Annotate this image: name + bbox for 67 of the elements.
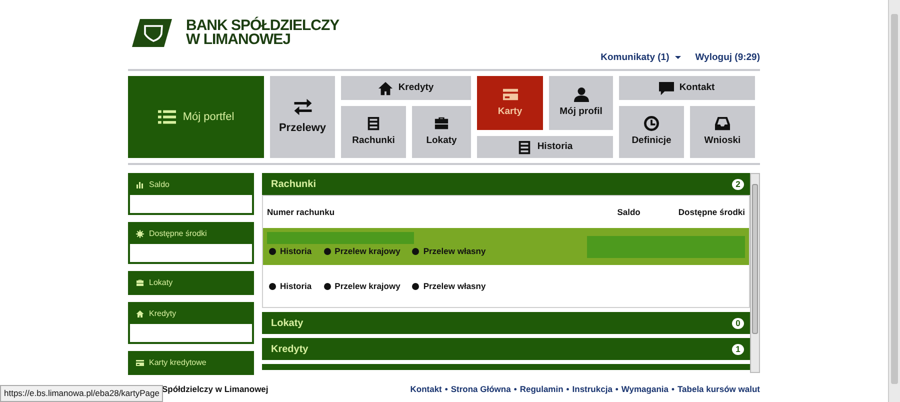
nav-link[interactable]: Wyloguj (9:29) bbox=[695, 50, 760, 66]
menu-tile[interactable]: Przelewy bbox=[270, 76, 335, 158]
account-action-link[interactable]: Przelew własny bbox=[412, 245, 486, 258]
separator: • bbox=[566, 383, 570, 396]
speech-bubble-icon bbox=[659, 80, 674, 96]
separator: • bbox=[444, 383, 448, 396]
count-badge: 1 bbox=[732, 344, 744, 354]
menu-tile[interactable]: Wnioski bbox=[690, 106, 755, 158]
separator: • bbox=[514, 383, 517, 396]
section-header[interactable]: Lokaty 0 bbox=[262, 312, 750, 334]
menu-tile[interactable]: Karty bbox=[477, 76, 543, 130]
account-action-link[interactable]: Przelew krajowy bbox=[324, 280, 400, 292]
account-action-link[interactable]: Historia bbox=[269, 245, 312, 258]
menu-tile[interactable]: Kredyty bbox=[341, 76, 471, 100]
widget-title: Saldo bbox=[149, 179, 170, 191]
footer-link[interactable]: Regulamin bbox=[520, 383, 564, 396]
card-icon bbox=[502, 86, 518, 102]
clock-icon bbox=[644, 116, 659, 131]
account-action-link[interactable]: Przelew krajowy bbox=[324, 245, 400, 258]
section-header[interactable]: Rachunki 2 bbox=[262, 173, 750, 195]
widget-title: Dostępne środki bbox=[149, 228, 207, 240]
menu-tile[interactable]: Lokaty bbox=[412, 106, 471, 158]
footer-link[interactable]: Kontakt bbox=[410, 383, 442, 396]
logo-text: BANK SPÓŁDZIELCZY W LIMANOWEJ bbox=[186, 18, 340, 46]
widget-title: Lokaty bbox=[149, 277, 173, 289]
briefcase-icon bbox=[136, 279, 144, 287]
ledger-icon bbox=[366, 116, 381, 131]
footer-link[interactable]: Wymagania bbox=[621, 383, 668, 396]
house-icon bbox=[136, 310, 144, 318]
nav-link[interactable]: Komunikaty (1) bbox=[600, 50, 682, 66]
scrollbar[interactable] bbox=[750, 173, 760, 373]
account-action-link[interactable]: Historia bbox=[269, 280, 312, 292]
widget-title: Karty kredytowe bbox=[149, 357, 206, 369]
footer-link[interactable]: Instrukcja bbox=[572, 383, 612, 396]
ledger-icon bbox=[517, 140, 532, 154]
status-url: https://e.bs.limanowa.pl/eba28/kartyPage bbox=[0, 385, 164, 402]
count-badge: 2 bbox=[732, 178, 744, 190]
footer-link[interactable]: Strona Główna bbox=[450, 383, 511, 396]
column-header: Numer rachunku bbox=[267, 206, 336, 218]
browser-scrollbar[interactable] bbox=[888, 0, 900, 402]
menu-tile[interactable]: Rachunki bbox=[341, 106, 406, 158]
bar-chart-icon bbox=[136, 181, 144, 189]
account-row[interactable]: Historia Przelew krajowy Przelew własny bbox=[263, 228, 749, 265]
widget-title: Kredyty bbox=[149, 308, 176, 320]
account-action-link[interactable]: Przelew własny bbox=[412, 280, 486, 292]
inbox-tray-icon bbox=[715, 116, 730, 131]
separator: • bbox=[615, 383, 618, 396]
menu-tile[interactable]: Historia bbox=[477, 136, 613, 158]
menu-tile[interactable]: Mój profil bbox=[549, 76, 613, 130]
house-icon bbox=[378, 80, 394, 96]
person-icon bbox=[574, 86, 588, 102]
menu-tile[interactable]: Definicje bbox=[619, 106, 684, 158]
count-badge: 0 bbox=[732, 318, 744, 328]
menu-tile[interactable]: Mój portfel bbox=[128, 76, 264, 158]
column-header: Dostępne środki bbox=[678, 206, 745, 218]
list-icon bbox=[158, 108, 176, 126]
footer-link[interactable]: Tabela kursów walut bbox=[677, 383, 760, 396]
column-header: Saldo bbox=[617, 206, 640, 218]
transfer-arrows-icon bbox=[292, 97, 312, 118]
gear-icon bbox=[136, 230, 144, 238]
account-row[interactable]: Historia Przelew krajowy Przelew własny bbox=[263, 265, 749, 307]
bank-name: Spółdzielczy w Limanowej bbox=[162, 383, 268, 396]
briefcase-icon bbox=[434, 116, 449, 131]
card-icon bbox=[136, 359, 144, 367]
separator: • bbox=[672, 383, 674, 396]
menu-tile[interactable]: Kontakt bbox=[619, 76, 755, 100]
section-header[interactable]: Kredyty 1 bbox=[262, 338, 750, 360]
